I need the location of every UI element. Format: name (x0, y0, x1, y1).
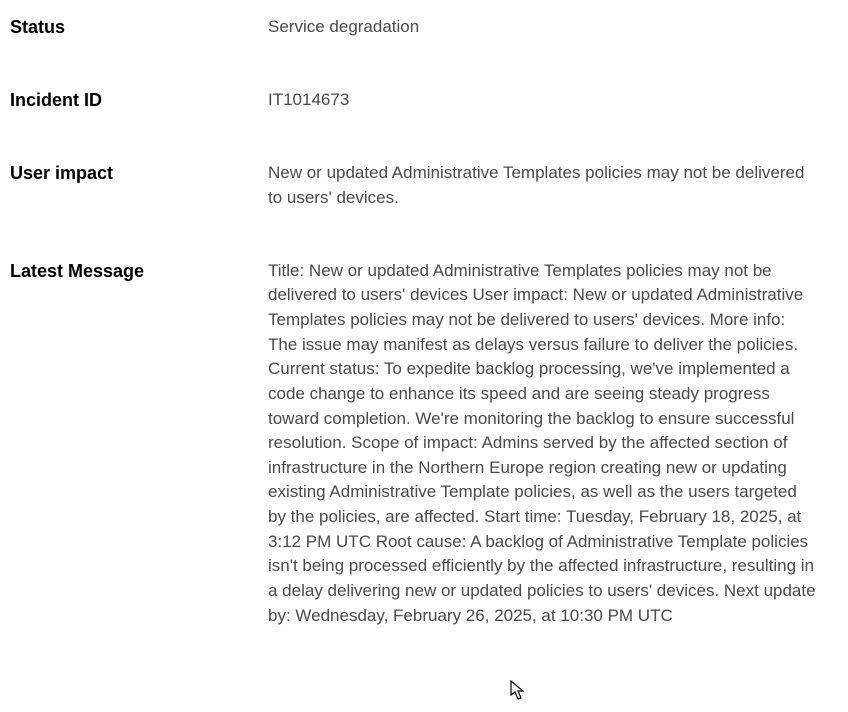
user-impact-row: User impact New or updated Administrativ… (10, 161, 828, 210)
status-label: Status (10, 15, 268, 40)
user-impact-label: User impact (10, 161, 268, 186)
latest-message-value: Title: New or updated Administrative Tem… (268, 259, 828, 629)
status-value: Service degradation (268, 15, 828, 40)
status-row: Status Service degradation (10, 15, 828, 40)
incident-id-value: IT1014673 (268, 88, 828, 113)
incident-id-row: Incident ID IT1014673 (10, 88, 828, 113)
incident-id-label: Incident ID (10, 88, 268, 113)
latest-message-label: Latest Message (10, 259, 268, 284)
mouse-cursor-icon (510, 680, 528, 702)
latest-message-row: Latest Message Title: New or updated Adm… (10, 259, 828, 629)
user-impact-value: New or updated Administrative Templates … (268, 161, 828, 210)
